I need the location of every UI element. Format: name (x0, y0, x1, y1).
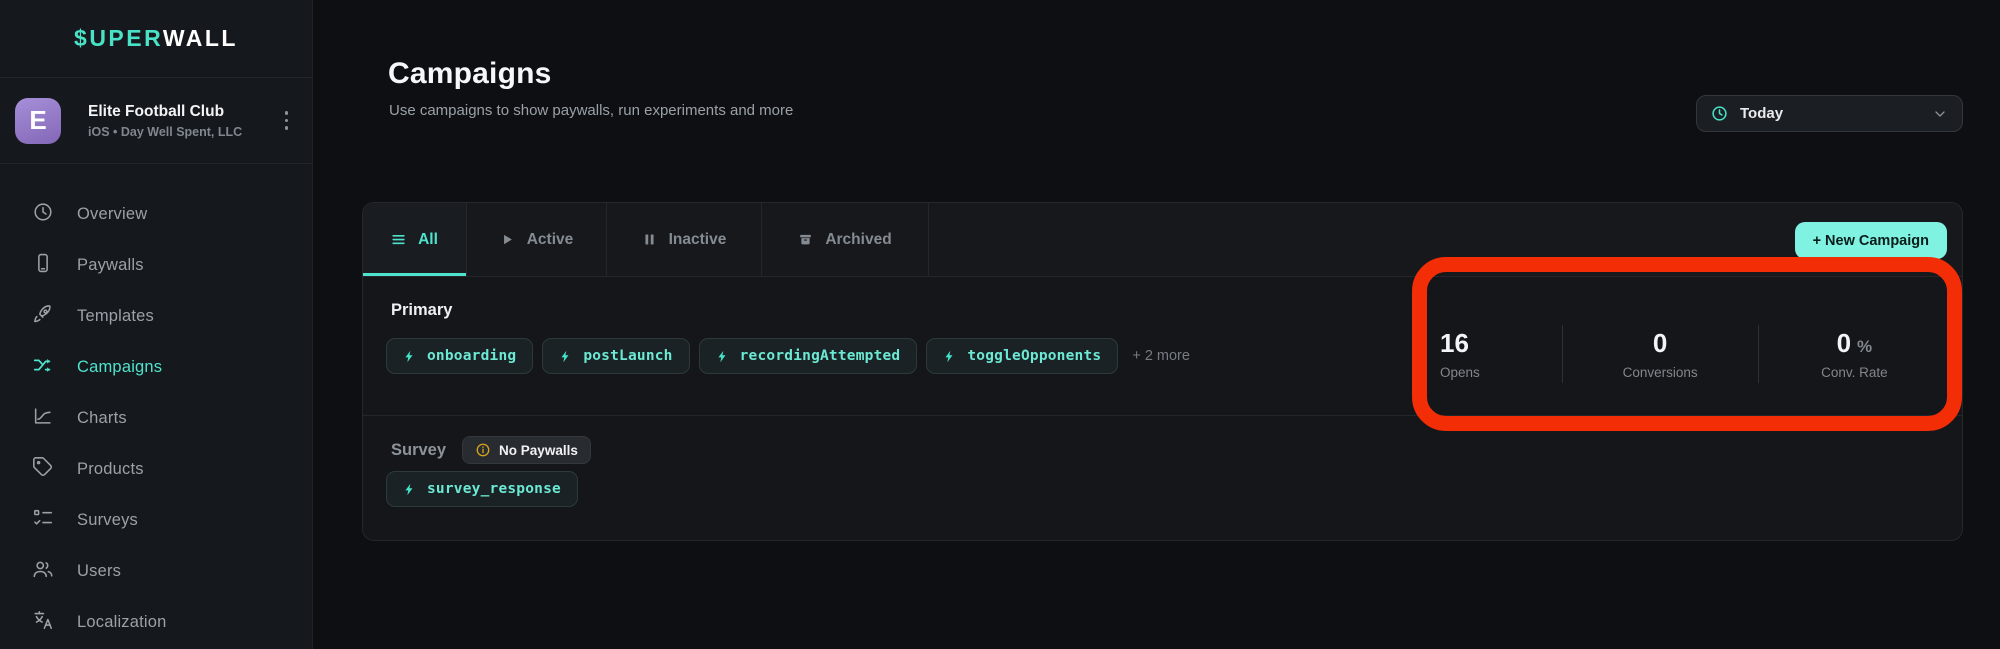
more-tags-label: + 2 more (1132, 348, 1190, 364)
workspace-name: Elite Football Club (88, 103, 279, 121)
campaigns-tabbar: All Active Inactive Archived + New Campa… (363, 203, 1962, 277)
stat-value: 0 (1837, 328, 1851, 359)
bolt-icon (403, 350, 416, 363)
main-content: Campaigns Use campaigns to show paywalls… (313, 0, 2000, 649)
stat-conversions: 0 Conversions (1563, 328, 1758, 380)
stat-label: Conv. Rate (1821, 365, 1888, 380)
event-tag[interactable]: survey_response (386, 471, 578, 507)
sidebar-item-label: Users (77, 562, 121, 581)
rocket-icon (32, 303, 54, 330)
sidebar-item-label: Paywalls (77, 256, 144, 275)
stat-suffix: % (1857, 337, 1872, 357)
overview-icon (32, 201, 54, 228)
sidebar-item-label: Surveys (77, 511, 138, 530)
campaign-stats: 16 Opens 0 Conversions 0% Conv. Rate (1410, 285, 1950, 423)
workspace-menu-icon[interactable] (279, 107, 295, 134)
clock-icon (1711, 105, 1728, 122)
tab-label: All (418, 231, 438, 249)
new-campaign-button[interactable]: + New Campaign (1795, 222, 1947, 259)
date-filter-dropdown[interactable]: Today (1696, 95, 1963, 132)
users-icon (32, 558, 54, 585)
sidebar-item-label: Localization (77, 613, 167, 632)
sidebar: $UPERWALL E Elite Football Club iOS • Da… (0, 0, 313, 649)
page-subtitle: Use campaigns to show paywalls, run expe… (389, 102, 793, 119)
page-title: Campaigns (388, 57, 552, 91)
event-tag[interactable]: postLaunch (542, 338, 689, 374)
sidebar-item-label: Overview (77, 205, 147, 224)
phone-icon (32, 252, 54, 279)
chevron-down-icon (1932, 106, 1948, 122)
bolt-icon (559, 350, 572, 363)
logo-accent-text: $UPER (74, 25, 163, 51)
bolt-icon (716, 350, 729, 363)
event-tag[interactable]: recordingAttempted (699, 338, 918, 374)
sidebar-item-label: Charts (77, 409, 127, 428)
superwall-dashboard: $UPERWALL E Elite Football Club iOS • Da… (0, 0, 2000, 649)
sidebar-item-label: Templates (77, 307, 154, 326)
workspace-meta: iOS • Day Well Spent, LLC (88, 125, 279, 139)
sidebar-item-templates[interactable]: Templates (0, 291, 312, 342)
stat-label: Opens (1440, 365, 1480, 380)
superwall-logo[interactable]: $UPERWALL (74, 25, 238, 52)
logo-area: $UPERWALL (0, 0, 312, 78)
play-icon (500, 232, 515, 247)
sidebar-item-overview[interactable]: Overview (0, 189, 312, 240)
translate-icon (32, 609, 54, 636)
tab-all[interactable]: All (363, 203, 467, 276)
stat-conv-rate: 0% Conv. Rate (1759, 328, 1950, 380)
event-tag-label: postLaunch (583, 348, 672, 364)
info-icon (475, 442, 491, 458)
stat-label: Conversions (1623, 365, 1698, 380)
campaign-tags: onboarding postLaunch recordingAttempted… (386, 338, 1190, 374)
campaigns-card: All Active Inactive Archived + New Campa… (362, 202, 1963, 541)
campaign-name: Survey (391, 441, 446, 460)
bolt-icon (403, 483, 416, 496)
campaign-row-survey[interactable]: Survey No Paywalls survey_response (363, 416, 1962, 540)
sidebar-item-users[interactable]: Users (0, 546, 312, 597)
campaign-name: Primary (391, 301, 452, 320)
event-tag-label: toggleOpponents (967, 348, 1101, 364)
line-chart-icon (32, 405, 54, 432)
sidebar-item-localization[interactable]: Localization (0, 597, 312, 648)
list-icon (391, 232, 406, 247)
event-tag-label: recordingAttempted (740, 348, 901, 364)
sidebar-nav: Overview Paywalls Templates Campaigns Ch… (0, 164, 312, 648)
archive-icon (798, 232, 813, 247)
sidebar-item-surveys[interactable]: Surveys (0, 495, 312, 546)
badge-label: No Paywalls (499, 443, 578, 458)
tag-icon (32, 456, 54, 483)
bolt-icon (943, 350, 956, 363)
tab-inactive[interactable]: Inactive (607, 203, 762, 276)
tab-label: Active (527, 231, 574, 249)
tab-active[interactable]: Active (467, 203, 607, 276)
stat-opens: 16 Opens (1410, 328, 1562, 380)
event-tag[interactable]: toggleOpponents (926, 338, 1118, 374)
campaign-tags: survey_response (386, 471, 578, 507)
workspace-avatar: E (15, 98, 61, 144)
sidebar-item-campaigns[interactable]: Campaigns (0, 342, 312, 393)
workspace-switcher[interactable]: E Elite Football Club iOS • Day Well Spe… (0, 78, 312, 164)
stat-value: 16 (1440, 328, 1469, 359)
campaign-row-primary[interactable]: Primary onboarding postLaunch recordingA… (363, 277, 1962, 416)
sidebar-item-products[interactable]: Products (0, 444, 312, 495)
stat-value: 0 (1653, 328, 1667, 359)
checklist-icon (32, 507, 54, 534)
tab-label: Archived (825, 231, 891, 249)
sidebar-item-charts[interactable]: Charts (0, 393, 312, 444)
split-arrow-icon (32, 354, 54, 381)
sidebar-item-label: Campaigns (77, 358, 162, 377)
event-tag-label: survey_response (427, 481, 561, 497)
no-paywalls-badge: No Paywalls (462, 436, 591, 464)
logo-rest-text: WALL (163, 25, 238, 51)
event-tag-label: onboarding (427, 348, 516, 364)
tab-label: Inactive (669, 231, 727, 249)
pause-icon (642, 232, 657, 247)
event-tag[interactable]: onboarding (386, 338, 533, 374)
date-filter-value: Today (1740, 105, 1932, 122)
sidebar-item-label: Products (77, 460, 144, 479)
workspace-info: Elite Football Club iOS • Day Well Spent… (88, 103, 279, 139)
tab-archived[interactable]: Archived (762, 203, 929, 276)
sidebar-item-paywalls[interactable]: Paywalls (0, 240, 312, 291)
